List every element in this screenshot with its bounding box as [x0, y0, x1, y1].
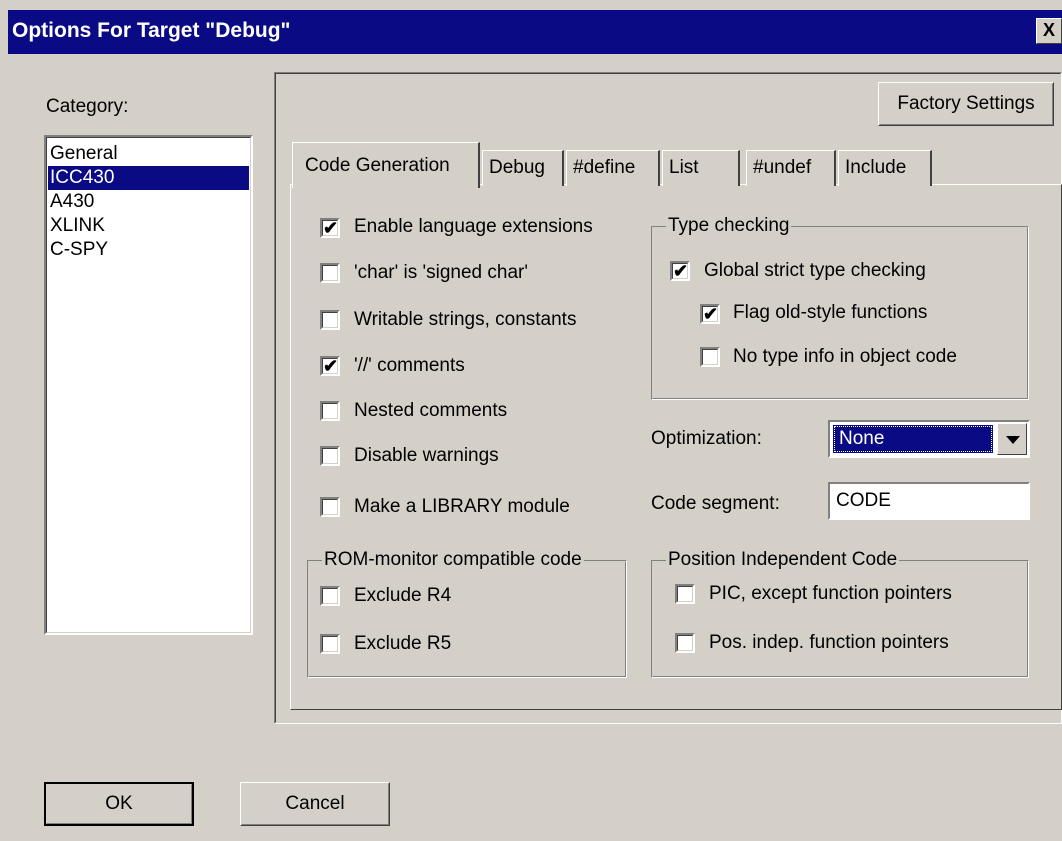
category-label: Category:: [46, 96, 129, 117]
tab-code-generation[interactable]: Code Generation: [292, 142, 480, 188]
close-button[interactable]: X: [1036, 18, 1062, 44]
dropdown-button[interactable]: [997, 423, 1027, 455]
option-label: Disable warnings: [354, 445, 499, 466]
check-icon: ✔: [323, 218, 339, 238]
option-label: 'char' is 'signed char': [354, 262, 528, 283]
checkbox[interactable]: [320, 401, 340, 421]
checkbox[interactable]: [320, 497, 340, 517]
group-title: ROM-monitor compatible code: [322, 549, 584, 571]
checkbox[interactable]: [700, 347, 720, 367]
option-label: PIC, except function pointers: [709, 583, 952, 604]
checkbox[interactable]: [675, 584, 695, 604]
option-label: Flag old-style functions: [733, 302, 928, 323]
tab-debug[interactable]: Debug: [482, 150, 564, 186]
option-label: Nested comments: [354, 400, 508, 421]
checkbox[interactable]: [320, 446, 340, 466]
group-title: Type checking: [666, 215, 792, 237]
tab-list[interactable]: List: [662, 150, 740, 186]
option-label: '//' comments: [354, 355, 465, 376]
optimization-label: Optimization:: [651, 428, 762, 449]
checkbox[interactable]: [320, 263, 340, 283]
list-item-a430[interactable]: A430: [48, 190, 249, 214]
code-segment-label: Code segment:: [651, 493, 780, 514]
close-icon: X: [1042, 20, 1055, 40]
ok-button[interactable]: OK: [44, 782, 194, 826]
chevron-down-icon: [1006, 436, 1020, 444]
checkbox[interactable]: ✔: [700, 304, 720, 324]
option-label: No type info in object code: [733, 346, 957, 367]
list-item-c-spy[interactable]: C-SPY: [48, 238, 249, 262]
list-item-general[interactable]: General: [48, 142, 249, 166]
cancel-button[interactable]: Cancel: [240, 782, 390, 826]
factory-settings-button[interactable]: Factory Settings: [878, 82, 1054, 126]
title-bar[interactable]: Options For Target "Debug" X: [8, 10, 1062, 54]
checkbox[interactable]: ✔: [670, 261, 690, 281]
pic-group: Position Independent Code: [651, 549, 1029, 678]
optimization-select[interactable]: None: [828, 420, 1030, 458]
tab-define[interactable]: #define: [566, 150, 660, 186]
tab-include[interactable]: Include: [838, 150, 932, 186]
option-label: Make a LIBRARY module: [354, 496, 570, 517]
checkbox[interactable]: [675, 633, 695, 653]
checkbox[interactable]: [320, 310, 340, 330]
rom-monitor-group: ROM-monitor compatible code: [307, 549, 627, 678]
category-listbox[interactable]: General ICC430 A430 XLINK C-SPY: [44, 135, 253, 635]
checkbox[interactable]: [320, 634, 340, 654]
option-label: Pos. indep. function pointers: [709, 632, 949, 653]
dialog-title: Options For Target "Debug": [12, 19, 291, 42]
list-item-xlink[interactable]: XLINK: [48, 214, 249, 238]
optimization-value: None: [833, 425, 993, 453]
option-label: Writable strings, constants: [354, 309, 577, 330]
group-title: Position Independent Code: [666, 549, 900, 571]
checkbox[interactable]: [320, 586, 340, 606]
options-dialog: Options For Target "Debug" X Category: G…: [0, 0, 1062, 841]
list-item-icc430[interactable]: ICC430: [48, 166, 249, 190]
checkbox[interactable]: ✔: [320, 356, 340, 376]
checkbox[interactable]: ✔: [320, 218, 340, 238]
tab-undef[interactable]: #undef: [746, 150, 836, 186]
option-label: Enable language extensions: [354, 216, 593, 237]
option-label: Exclude R5: [354, 633, 452, 654]
option-label: Exclude R4: [354, 585, 452, 606]
check-icon: ✔: [673, 261, 689, 281]
option-label: Global strict type checking: [704, 260, 926, 281]
code-segment-input[interactable]: CODE: [828, 482, 1030, 520]
check-icon: ✔: [323, 356, 339, 376]
check-icon: ✔: [703, 304, 719, 324]
